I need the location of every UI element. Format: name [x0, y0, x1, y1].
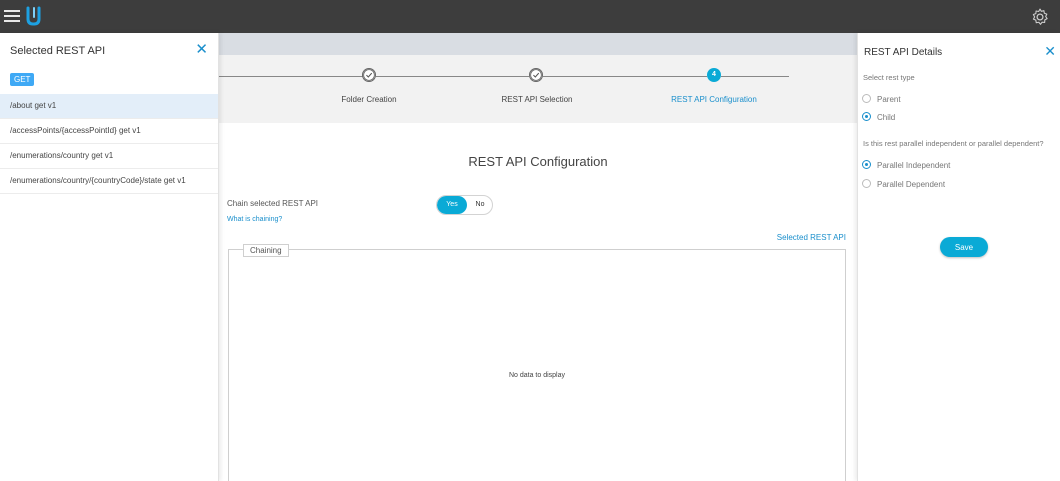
step-connector [376, 76, 529, 77]
radio-label: Parallel Independent [877, 161, 951, 170]
radio-parent[interactable]: Parent [862, 94, 901, 104]
app-logo-icon [26, 6, 41, 26]
radio-button[interactable] [862, 112, 871, 122]
save-button[interactable]: Save [940, 237, 988, 257]
hamburger-menu-icon[interactable] [4, 10, 20, 24]
chaining-area: Chaining No data to display [228, 244, 846, 481]
step-rest-api-configuration: REST API Configuration [671, 95, 757, 104]
page-title: REST API Configuration [468, 154, 608, 169]
radio-button[interactable] [862, 179, 871, 189]
main-content: Folder Creation REST API Selection 4 RES… [219, 33, 857, 481]
step-number-badge: 4 [707, 68, 721, 82]
api-list-item[interactable]: /about get v1 [0, 94, 218, 119]
content-header [219, 33, 857, 55]
radio-label: Parent [877, 95, 901, 104]
radio-parallel-independent[interactable]: Parallel Independent [862, 160, 951, 170]
radio-button[interactable] [862, 94, 871, 104]
chaining-legend: Chaining [243, 244, 289, 257]
step-rest-api-selection: REST API Selection [501, 95, 573, 104]
step-connector [543, 76, 707, 77]
wizard-stepper: Folder Creation REST API Selection 4 RES… [219, 55, 857, 123]
chain-toggle[interactable]: Yes No [436, 195, 493, 215]
panel-title: REST API Details [864, 47, 943, 58]
step-connector [219, 76, 364, 77]
radio-label: Parallel Dependent [877, 180, 946, 189]
rest-api-details-panel: REST API Details ✕ Select rest type Pare… [857, 33, 1060, 481]
rest-type-question: Select rest type [863, 73, 915, 82]
toggle-no[interactable]: No [469, 196, 491, 214]
radio-label: Child [877, 113, 896, 122]
parallel-question: Is this rest parallel independent or par… [863, 139, 1044, 148]
api-list-item[interactable]: /enumerations/country/{countryCode}/stat… [0, 169, 218, 194]
method-badge[interactable]: GET [10, 73, 35, 86]
gear-icon[interactable] [1030, 7, 1050, 27]
top-bar [0, 0, 1060, 33]
what-is-chaining-link[interactable]: What is chaining? [227, 216, 282, 223]
panel-title: Selected REST API [10, 45, 106, 57]
check-icon [362, 68, 376, 82]
step-connector [721, 76, 789, 77]
selected-rest-api-link[interactable]: Selected REST API [777, 233, 846, 242]
selected-rest-api-panel: Selected REST API ✕ GET /about get v1 /a… [0, 33, 219, 481]
chain-label: Chain selected REST API [227, 199, 319, 208]
toggle-yes[interactable]: Yes [437, 196, 467, 214]
empty-state-text: No data to display [508, 372, 566, 379]
close-icon[interactable]: ✕ [195, 42, 208, 57]
api-list-item[interactable]: /accessPoints/{accessPointId} get v1 [0, 119, 218, 144]
check-icon [529, 68, 543, 82]
close-icon[interactable]: ✕ [1044, 44, 1056, 58]
radio-child[interactable]: Child [862, 112, 896, 122]
radio-button[interactable] [862, 160, 871, 170]
radio-parallel-dependent[interactable]: Parallel Dependent [862, 179, 946, 189]
step-folder-creation: Folder Creation [341, 95, 397, 104]
api-list-item[interactable]: /enumerations/country get v1 [0, 144, 218, 169]
api-list: /about get v1 /accessPoints/{accessPoint… [0, 94, 218, 194]
